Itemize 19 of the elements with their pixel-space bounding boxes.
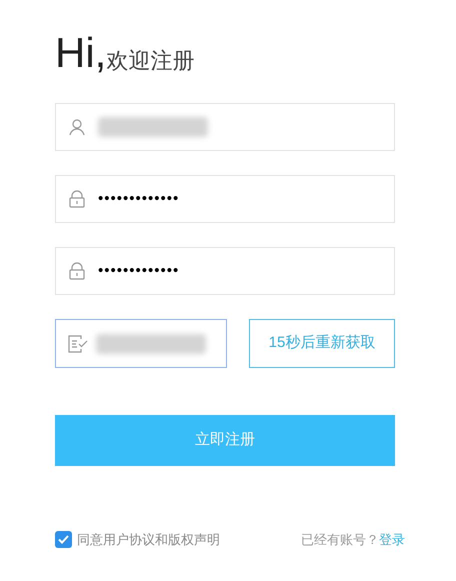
field-value: ••••••••••••• — [98, 188, 180, 209]
input-field[interactable]: ••••••••••••• — [55, 175, 395, 223]
checklist-icon — [68, 334, 88, 352]
lock-icon — [68, 262, 86, 280]
welcome-subtitle: 欢迎注册 — [106, 50, 194, 72]
login-link[interactable]: 登录 — [379, 530, 405, 550]
user-icon — [68, 118, 86, 136]
check-icon — [58, 535, 69, 544]
code-field[interactable] — [55, 319, 227, 368]
register-button[interactable]: 立即注册 — [55, 415, 395, 466]
input-field[interactable] — [55, 103, 395, 151]
input-field[interactable]: ••••••••••••• — [55, 247, 395, 295]
field-value: ••••••••••••• — [98, 260, 180, 281]
lock-icon — [68, 190, 86, 208]
resend-code-button[interactable]: 15秒后重新获取 — [249, 319, 395, 368]
greeting-title: Hi, — [55, 32, 106, 74]
login-prompt: 已经有账号？ — [301, 531, 379, 549]
agreement-label: 同意用户协议和版权声明 — [77, 531, 220, 549]
agree-checkbox[interactable] — [55, 531, 72, 548]
